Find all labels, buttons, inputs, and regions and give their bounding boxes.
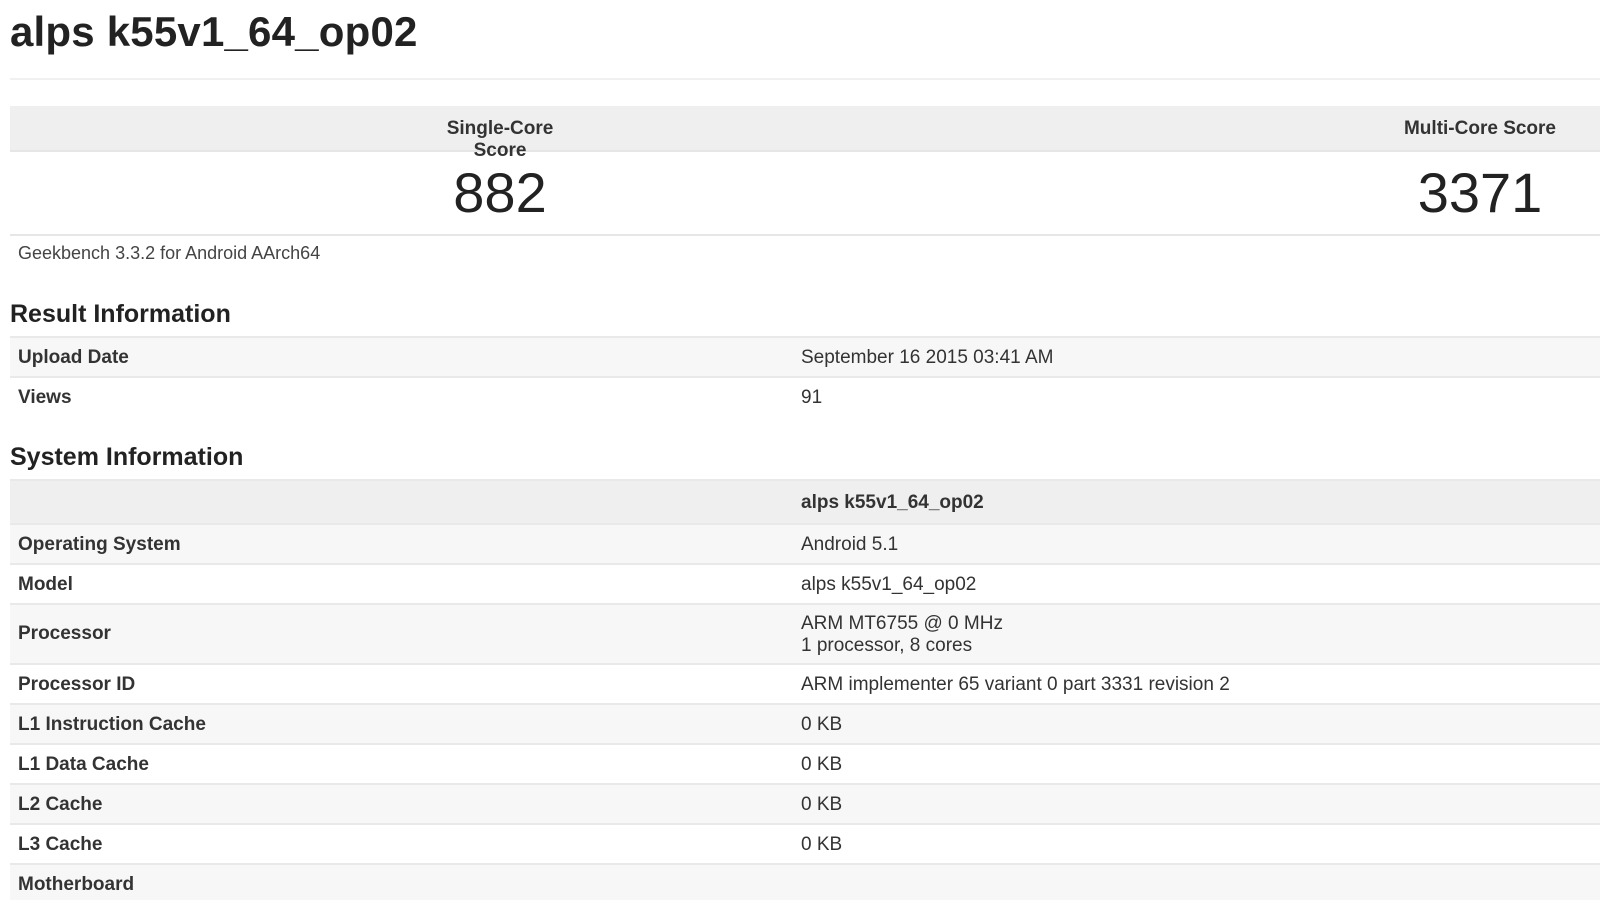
table-row: Processor ARM MT6755 @ 0 MHz 1 processor… [10,603,1600,663]
single-core-score-value: 882 [453,161,547,224]
device-column-header: alps k55v1_64_op02 [801,492,984,513]
row-label: L1 Instruction Cache [18,714,206,735]
row-value: 0 KB [801,834,843,855]
row-label: L3 Cache [18,834,103,855]
row-value: 0 KB [801,794,843,815]
system-information-table: alps k55v1_64_op02 Operating System Andr… [10,479,1600,900]
table-row: L3 Cache 0 KB [10,823,1600,863]
table-row: L1 Instruction Cache 0 KB [10,703,1600,743]
table-row: Operating System Android 5.1 [10,523,1600,563]
row-label: Processor [18,623,111,644]
table-row: Upload Date September 16 2015 03:41 AM [10,336,1600,376]
row-value: ARM implementer 65 variant 0 part 3331 r… [801,674,1230,695]
table-row: Motherboard [10,863,1600,900]
row-label: L2 Cache [18,794,103,815]
system-information-title: System Information [10,443,244,471]
score-table-values: 882 3371 [10,152,1600,236]
page-title: alps k55v1_64_op02 [10,8,418,55]
row-label: Motherboard [18,874,135,895]
row-value: 0 KB [801,754,843,775]
table-row: L1 Data Cache 0 KB [10,743,1600,783]
row-value: Android 5.1 [801,534,899,555]
result-information-title: Result Information [10,300,231,328]
table-row: Processor ID ARM implementer 65 variant … [10,663,1600,703]
multi-core-score-value: 3371 [1417,161,1543,224]
table-header-row: alps k55v1_64_op02 [10,479,1600,523]
row-label: Views [18,387,72,408]
row-label: Processor ID [18,674,136,695]
table-row: L2 Cache 0 KB [10,783,1600,823]
processor-name: ARM MT6755 @ 0 MHz [801,613,1003,634]
row-value: alps k55v1_64_op02 [801,574,977,595]
processor-cores: 1 processor, 8 cores [801,635,973,656]
row-label: L1 Data Cache [18,754,149,775]
result-information-table: Upload Date September 16 2015 03:41 AM V… [10,336,1600,416]
title-divider [10,78,1600,80]
benchmark-version-note: Geekbench 3.3.2 for Android AArch64 [18,243,321,263]
table-row: Model alps k55v1_64_op02 [10,563,1600,603]
row-label: Upload Date [18,347,129,368]
page: alps k55v1_64_op02 Single-Core Score Mul… [0,0,1600,900]
row-value: 0 KB [801,714,843,735]
row-label: Model [18,574,73,595]
row-value: 91 [801,387,823,408]
row-value: ARM MT6755 @ 0 MHz 1 processor, 8 cores [801,613,1003,657]
row-value: September 16 2015 03:41 AM [801,347,1054,368]
table-row: Views 91 [10,376,1600,416]
score-table-header: Single-Core Score Multi-Core Score [10,106,1600,161]
multi-core-score-label: Multi-Core Score [1403,118,1557,139]
row-label: Operating System [18,534,181,555]
